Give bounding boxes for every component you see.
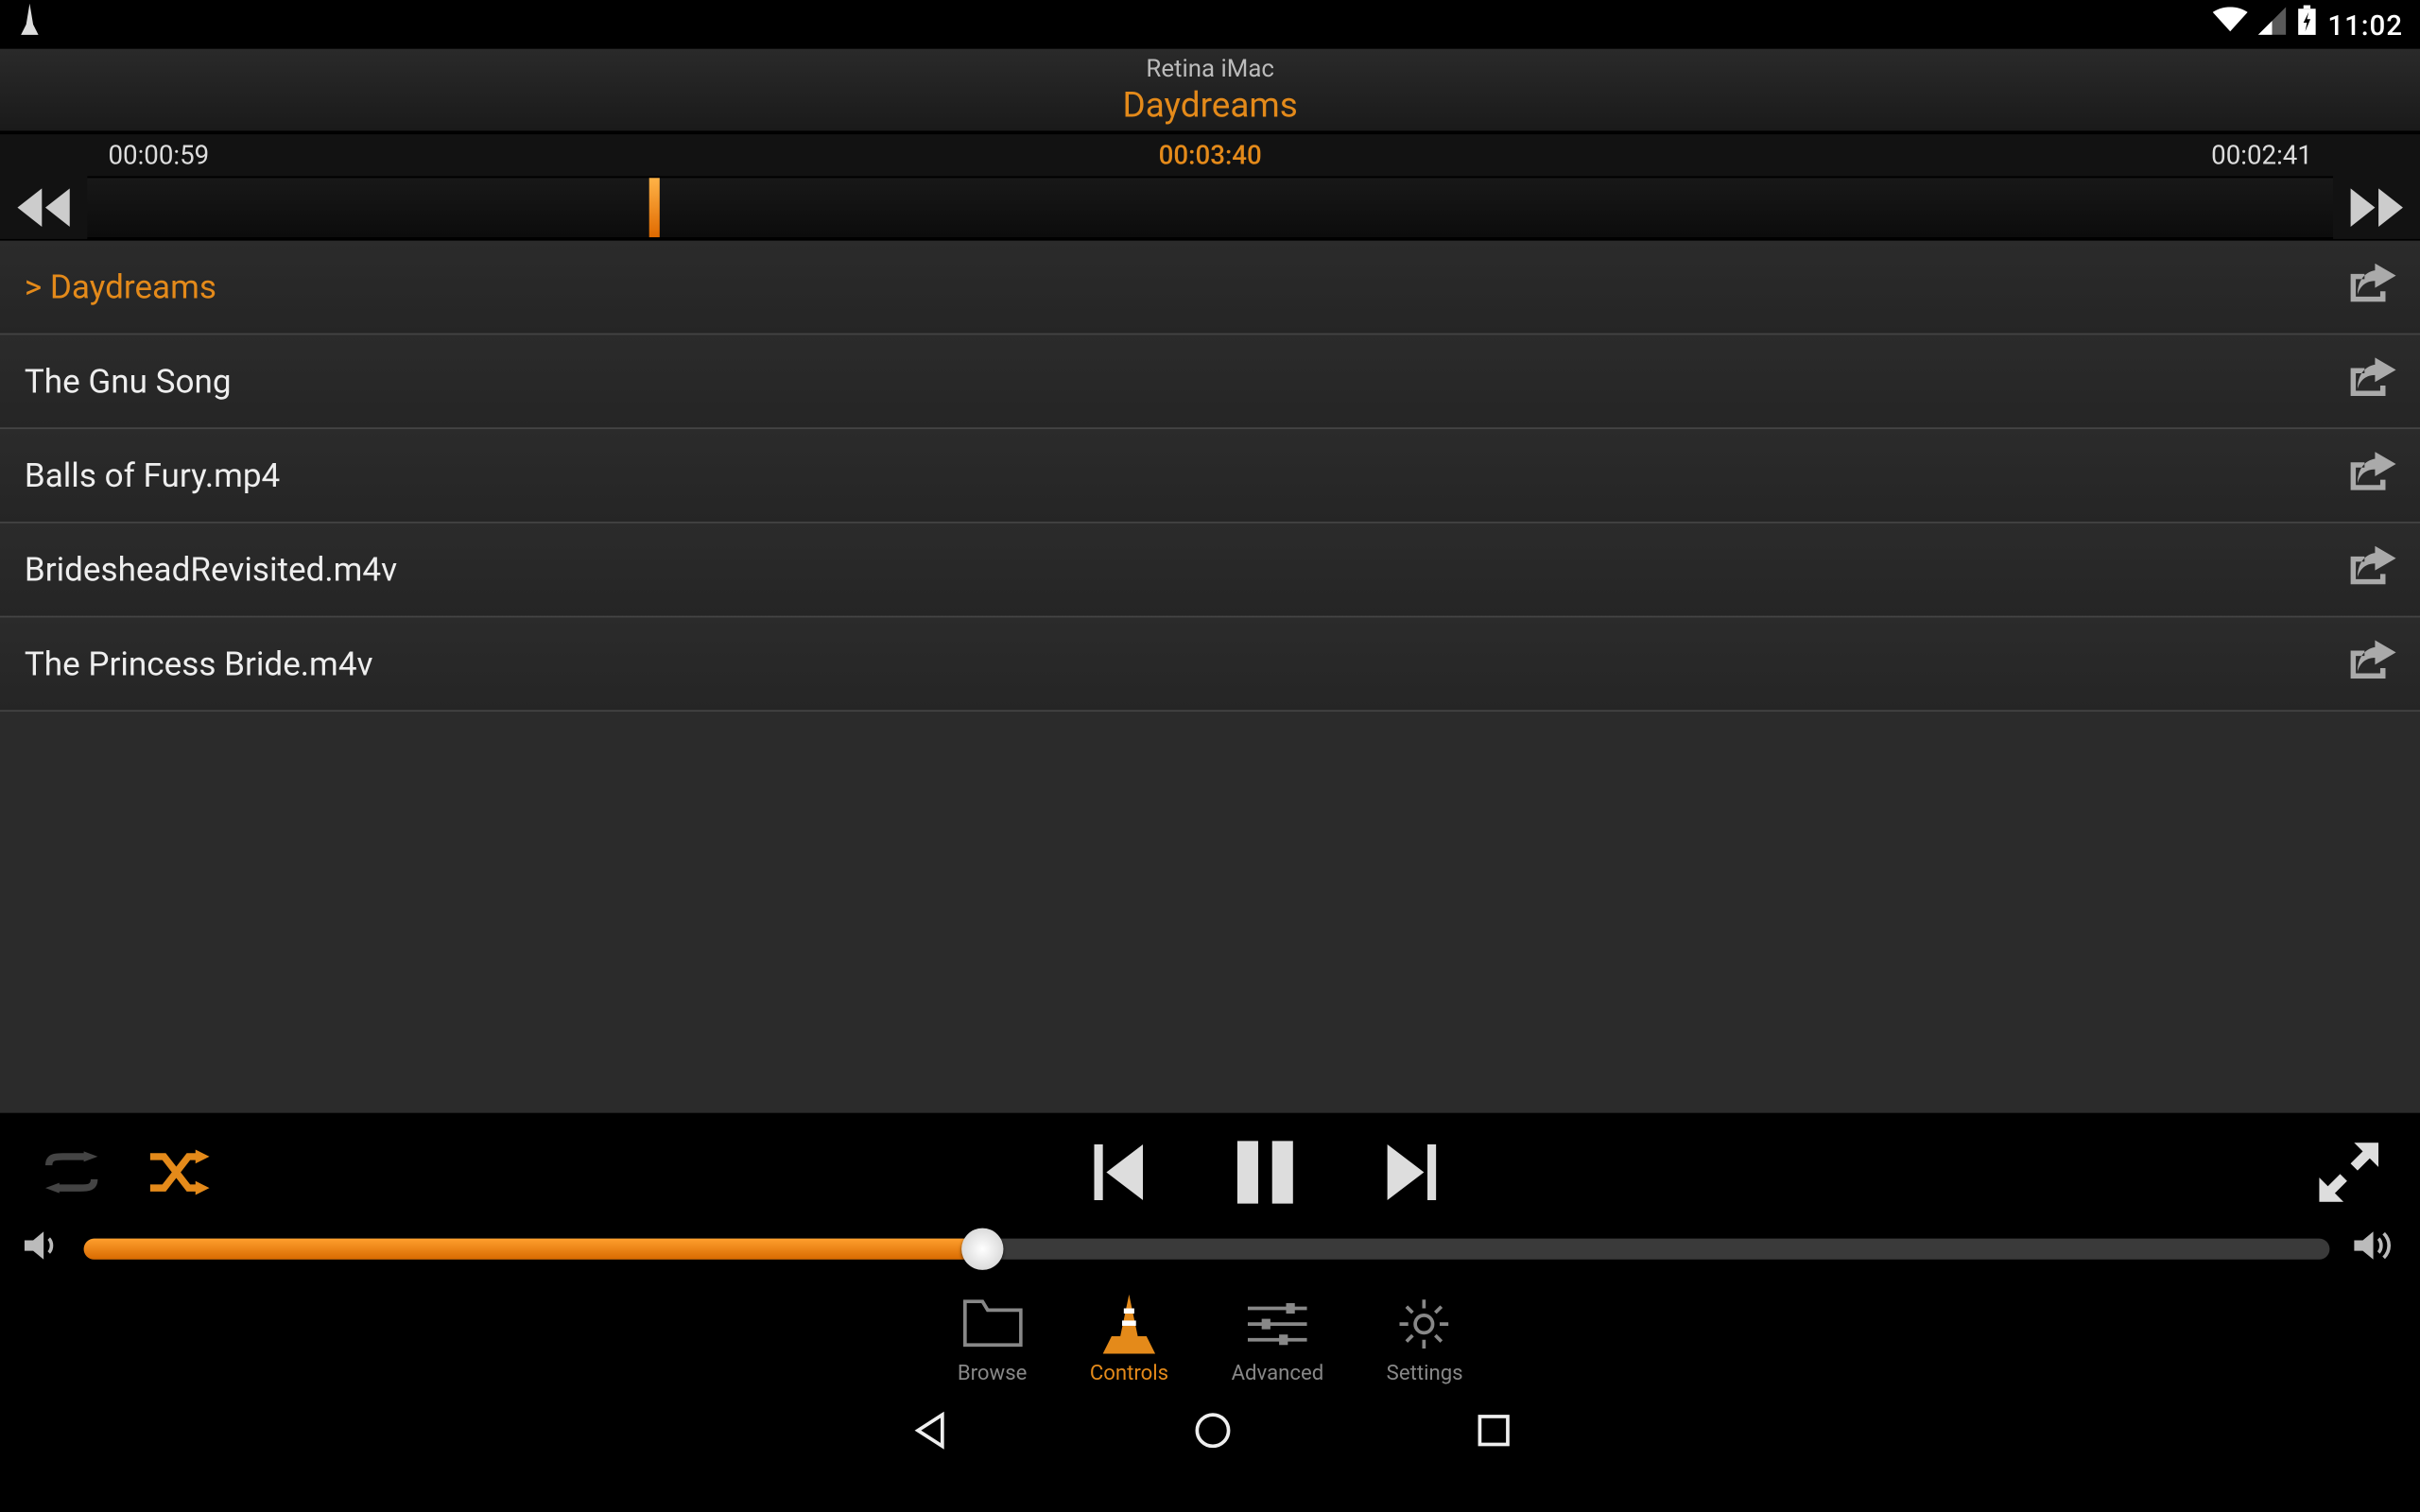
rewind-button[interactable] xyxy=(0,188,87,227)
device-name: Retina iMac xyxy=(1146,55,1274,83)
folder-icon xyxy=(962,1295,1022,1354)
tab-label: Controls xyxy=(1090,1361,1168,1385)
pause-button[interactable] xyxy=(1236,1141,1292,1203)
share-icon[interactable] xyxy=(2351,452,2396,499)
tab-label: Advanced xyxy=(1232,1361,1324,1385)
playlist: > Daydreams The Gnu Song Balls of Fury.m… xyxy=(0,241,2420,1113)
repeat-button[interactable] xyxy=(42,1151,101,1193)
track-title: Daydreams xyxy=(1122,83,1297,125)
vlc-cone-icon xyxy=(1099,1295,1159,1354)
tab-label: Browse xyxy=(958,1361,1028,1385)
seek-track[interactable] xyxy=(87,176,2333,238)
volume-fill xyxy=(84,1239,982,1260)
volume-low-icon xyxy=(25,1228,60,1270)
status-bar: 11:02 xyxy=(0,0,2420,49)
app-logo-icon xyxy=(17,4,42,45)
share-icon[interactable] xyxy=(2351,640,2396,687)
battery-charging-icon xyxy=(2296,6,2317,44)
now-playing-header: Retina iMac Daydreams xyxy=(0,49,2420,133)
tab-label: Settings xyxy=(1387,1361,1463,1385)
tab-browse[interactable]: Browse xyxy=(958,1295,1028,1385)
tab-advanced[interactable]: Advanced xyxy=(1232,1295,1324,1385)
playlist-item-label: BridesheadRevisited.m4v xyxy=(25,549,397,589)
share-icon[interactable] xyxy=(2351,357,2396,404)
share-icon[interactable] xyxy=(2351,546,2396,593)
gear-icon xyxy=(1395,1295,1455,1354)
volume-slider[interactable] xyxy=(84,1239,2330,1260)
previous-button[interactable] xyxy=(1094,1144,1143,1200)
time-total: 00:03:40 xyxy=(1159,140,1262,171)
volume-high-icon xyxy=(2354,1228,2395,1270)
seek-marker[interactable] xyxy=(648,178,659,237)
tab-settings[interactable]: Settings xyxy=(1387,1295,1463,1385)
playlist-item-label: Balls of Fury.mp4 xyxy=(25,455,280,495)
bottom-tabs: Browse Controls Advanced Settings xyxy=(0,1287,2420,1395)
playlist-item-label: The Gnu Song xyxy=(25,361,232,401)
shuffle-button[interactable] xyxy=(150,1150,210,1195)
playlist-item[interactable]: > Daydreams xyxy=(0,241,2420,335)
playlist-item[interactable]: BridesheadRevisited.m4v xyxy=(0,524,2420,618)
home-button[interactable] xyxy=(1193,1411,1232,1456)
volume-thumb[interactable] xyxy=(961,1228,1003,1270)
status-time: 11:02 xyxy=(2327,8,2403,41)
volume-row xyxy=(0,1218,2420,1288)
playlist-item-label: The Princess Bride.m4v xyxy=(25,644,373,683)
fullscreen-button[interactable] xyxy=(2319,1143,2378,1202)
recents-button[interactable] xyxy=(1476,1413,1511,1454)
control-bar xyxy=(0,1113,2420,1218)
sliders-icon xyxy=(1248,1295,1307,1354)
tab-controls[interactable]: Controls xyxy=(1090,1295,1168,1385)
playlist-item[interactable]: The Gnu Song xyxy=(0,335,2420,429)
time-remaining: 00:02:41 xyxy=(2211,140,2312,171)
seek-area: 00:00:59 00:03:40 00:02:41 xyxy=(0,132,2420,240)
playlist-item-label: > Daydreams xyxy=(25,266,216,306)
android-nav-bar xyxy=(0,1396,2420,1472)
wifi-icon xyxy=(2213,7,2248,42)
next-button[interactable] xyxy=(1387,1144,1436,1200)
time-elapsed: 00:00:59 xyxy=(108,140,209,171)
cell-signal-icon xyxy=(2258,7,2287,42)
playlist-item[interactable]: Balls of Fury.mp4 xyxy=(0,429,2420,524)
playlist-empty-area xyxy=(0,712,2420,1113)
share-icon[interactable] xyxy=(2351,264,2396,311)
fast-forward-button[interactable] xyxy=(2333,188,2420,227)
playlist-item[interactable]: The Princess Bride.m4v xyxy=(0,617,2420,712)
back-button[interactable] xyxy=(910,1411,949,1456)
